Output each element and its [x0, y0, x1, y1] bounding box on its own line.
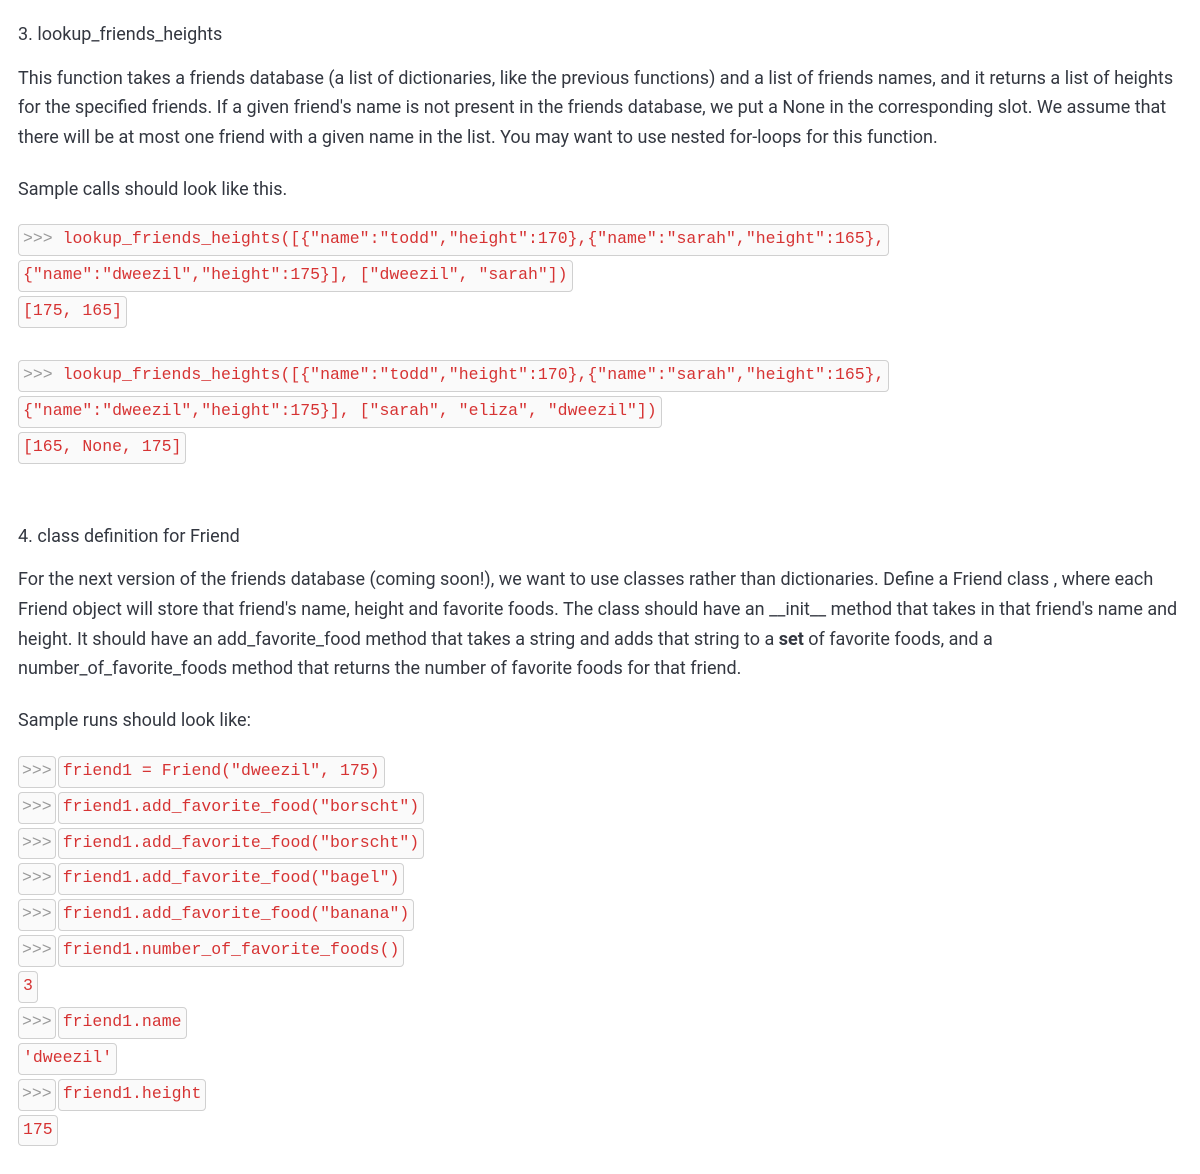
code-text: 175 — [18, 1115, 58, 1147]
code-text: friend1.add_favorite_food("banana") — [58, 899, 415, 931]
code-block: >>> lookup_friends_heights([{"name":"tod… — [18, 358, 1182, 466]
code-line: 175 — [18, 1113, 1182, 1149]
code-line: >>>friend1.name — [18, 1005, 1182, 1041]
code-line: >>> lookup_friends_heights([{"name":"tod… — [18, 358, 1182, 394]
code-line: 'dweezil' — [18, 1041, 1182, 1077]
code-text: friend1.add_favorite_food("borscht") — [58, 828, 424, 860]
code-text: friend1.add_favorite_food("bagel") — [58, 863, 405, 895]
code-text: [175, 165] — [18, 296, 127, 328]
section-title: 3. lookup_friends_heights — [18, 20, 1182, 50]
code-text: friend1.number_of_favorite_foods() — [58, 935, 405, 967]
code-text: >>> lookup_friends_heights([{"name":"tod… — [18, 360, 889, 392]
repl-prompt: >>> — [18, 756, 56, 788]
code-text: {"name":"dweezil","height":175}], ["sara… — [18, 396, 662, 428]
code-line: >>>friend1 = Friend("dweezil", 175) — [18, 754, 1182, 790]
code-line: >>>friend1.add_favorite_food("borscht") — [18, 826, 1182, 862]
repl-prompt: >>> — [18, 792, 56, 824]
code-line: {"name":"dweezil","height":175}], ["sara… — [18, 394, 1182, 430]
repl-prompt: >>> — [18, 899, 56, 931]
repl-prompt: >>> — [18, 935, 56, 967]
repl-prompt: >>> — [18, 863, 56, 895]
code-line: >>>friend1.add_favorite_food("borscht") — [18, 790, 1182, 826]
section-description: This function takes a friends database (… — [18, 64, 1182, 153]
code-line: {"name":"dweezil","height":175}], ["dwee… — [18, 258, 1182, 294]
code-text: 3 — [18, 971, 38, 1003]
code-line: >>>friend1.add_favorite_food("banana") — [18, 897, 1182, 933]
section: 4. class definition for Friend For the ne… — [18, 522, 1182, 1149]
code-block: >>> lookup_friends_heights([{"name":"tod… — [18, 222, 1182, 330]
code-line: >>>friend1.add_favorite_food("bagel") — [18, 861, 1182, 897]
repl-prompt: >>> — [18, 1007, 56, 1039]
code-text: friend1.name — [58, 1007, 187, 1039]
section-description: For the next version of the friends data… — [18, 565, 1182, 684]
repl-prompt: >>> — [18, 1079, 56, 1111]
code-text: friend1.add_favorite_food("borscht") — [58, 792, 424, 824]
code-text: {"name":"dweezil","height":175}], ["dwee… — [18, 260, 573, 292]
code-text: >>> lookup_friends_heights([{"name":"tod… — [18, 224, 889, 256]
code-line: >>>friend1.height — [18, 1077, 1182, 1113]
code-line: >>>friend1.number_of_favorite_foods() — [18, 933, 1182, 969]
code-line: [175, 165] — [18, 294, 1182, 330]
section-title: 4. class definition for Friend — [18, 522, 1182, 552]
code-text: friend1 = Friend("dweezil", 175) — [58, 756, 385, 788]
document-content: 3. lookup_friends_heights This function t… — [18, 20, 1182, 1148]
code-text: [165, None, 175] — [18, 432, 186, 464]
code-block: >>>friend1 = Friend("dweezil", 175)>>>fr… — [18, 754, 1182, 1149]
repl-prompt: >>> — [23, 365, 53, 384]
section: 3. lookup_friends_heights This function t… — [18, 20, 1182, 466]
code-text: 'dweezil' — [18, 1043, 117, 1075]
code-line: >>> lookup_friends_heights([{"name":"tod… — [18, 222, 1182, 258]
code-line: 3 — [18, 969, 1182, 1005]
repl-prompt: >>> — [18, 828, 56, 860]
sample-intro: Sample runs should look like: — [18, 706, 1182, 736]
code-text: friend1.height — [58, 1079, 207, 1111]
code-line: [165, None, 175] — [18, 430, 1182, 466]
sample-intro: Sample calls should look like this. — [18, 175, 1182, 205]
repl-prompt: >>> — [23, 229, 53, 248]
